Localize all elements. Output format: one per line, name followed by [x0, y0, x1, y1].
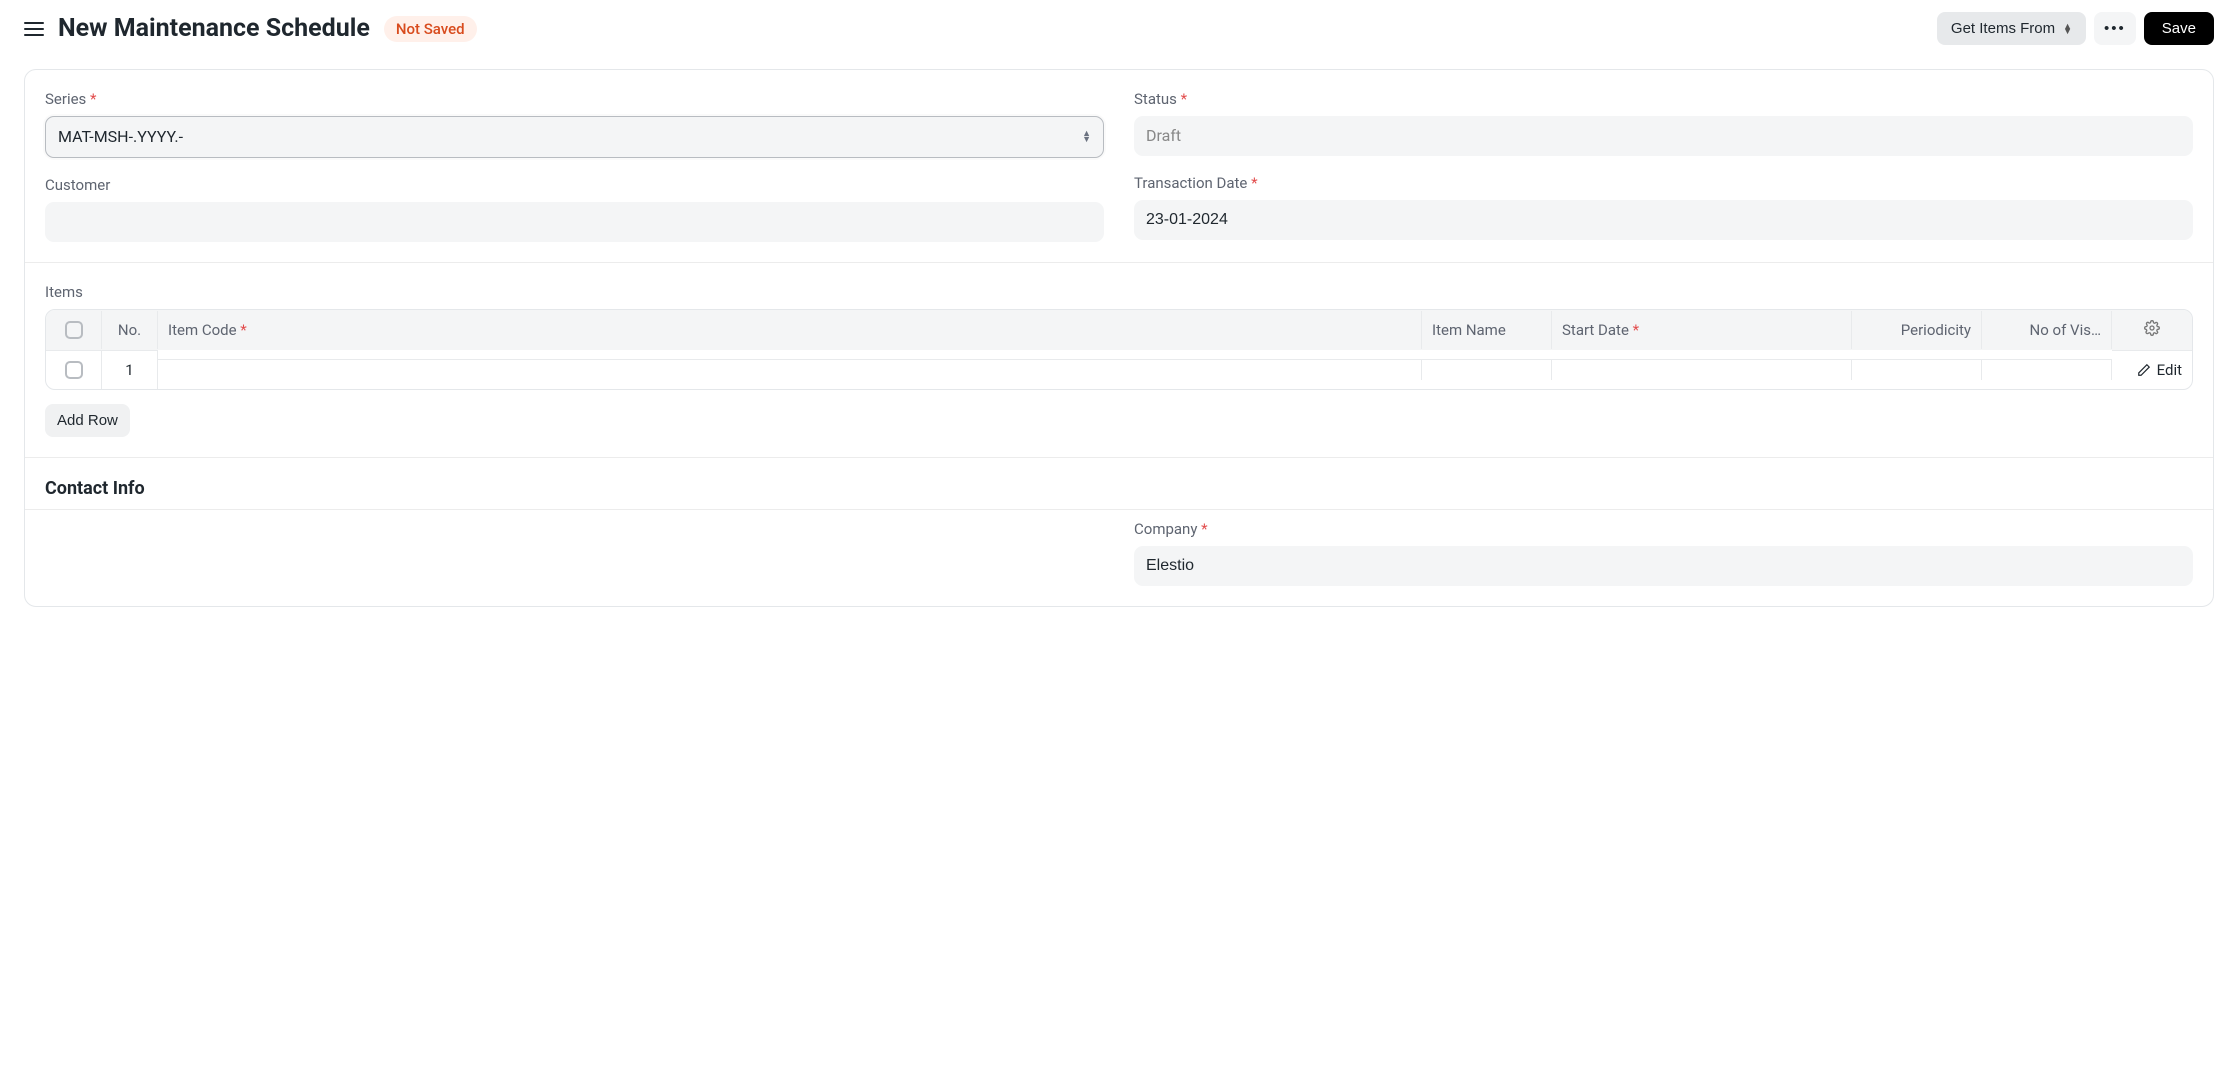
checkbox-icon — [65, 361, 83, 379]
table-row[interactable]: 1 Edit — [46, 350, 2192, 389]
series-value: MAT-MSH-.YYYY.- — [46, 117, 1103, 157]
row-start-date[interactable] — [1552, 359, 1852, 380]
column-right: Company — [1134, 520, 2193, 586]
add-row-button[interactable]: Add Row — [45, 404, 130, 437]
row-item-code[interactable] — [158, 359, 1422, 380]
items-section: Items No. Item Code Item Name Start Date… — [25, 263, 2213, 458]
items-body: 1 Edit — [46, 350, 2192, 389]
contact-info-fields: Company — [25, 510, 2213, 606]
header-checkbox-cell[interactable] — [46, 311, 102, 349]
field-series: Series MAT-MSH-.YYYY.- ▲▼ — [45, 90, 1104, 158]
header-start-date: Start Date — [1552, 311, 1852, 349]
menu-icon[interactable] — [24, 22, 44, 36]
row-no: 1 — [102, 350, 158, 389]
header-no: No. — [102, 311, 158, 349]
form-section-main: Series MAT-MSH-.YYYY.- ▲▼ Customer Statu… — [25, 70, 2213, 263]
column-left-empty — [45, 520, 1104, 586]
header-bar: New Maintenance Schedule Not Saved Get I… — [0, 0, 2238, 57]
series-select[interactable]: MAT-MSH-.YYYY.- ▲▼ — [45, 116, 1104, 158]
items-header-row: No. Item Code Item Name Start Date Perio… — [46, 310, 2192, 350]
field-transaction-date: Transaction Date — [1134, 174, 2193, 240]
checkbox-icon — [65, 321, 83, 339]
field-customer: Customer — [45, 176, 1104, 242]
label-customer: Customer — [45, 176, 1104, 194]
status-value[interactable]: Draft — [1134, 116, 2193, 156]
label-series: Series — [45, 90, 1104, 108]
column-right: Status Draft Transaction Date — [1134, 90, 2193, 242]
form-card: Series MAT-MSH-.YYYY.- ▲▼ Customer Statu… — [24, 69, 2214, 607]
header-periodicity: Periodicity — [1852, 311, 1982, 349]
row-checkbox-cell[interactable] — [46, 350, 102, 389]
row-edit-cell: Edit — [2112, 350, 2192, 389]
get-items-from-button[interactable]: Get Items From ▲▼ — [1937, 12, 2086, 45]
header-item-code: Item Code — [158, 311, 1422, 349]
label-transaction-date: Transaction Date — [1134, 174, 2193, 192]
header-item-name: Item Name — [1422, 311, 1552, 349]
contact-info-heading: Contact Info — [45, 478, 2193, 499]
label-status: Status — [1134, 90, 2193, 108]
pencil-icon — [2137, 363, 2151, 377]
items-label: Items — [45, 283, 2193, 301]
label-company: Company — [1134, 520, 2193, 538]
edit-row-button[interactable]: Edit — [2137, 361, 2182, 379]
dots-icon: ••• — [2104, 20, 2126, 37]
header-no-of-visits: No of Vis… — [1982, 311, 2112, 349]
transaction-date-input[interactable] — [1134, 200, 2193, 240]
page-title: New Maintenance Schedule — [58, 14, 370, 43]
save-button[interactable]: Save — [2144, 12, 2214, 45]
field-status: Status Draft — [1134, 90, 2193, 156]
row-no-of-visits[interactable] — [1982, 359, 2112, 380]
customer-input[interactable] — [45, 202, 1104, 242]
row-periodicity[interactable] — [1852, 359, 1982, 380]
get-items-from-label: Get Items From — [1951, 20, 2055, 37]
updown-icon: ▲▼ — [1082, 131, 1091, 143]
more-actions-button[interactable]: ••• — [2094, 12, 2136, 45]
contact-info-section: Contact Info — [25, 458, 2213, 510]
toolbar-right: Get Items From ▲▼ ••• Save — [1937, 12, 2214, 45]
field-company: Company — [1134, 520, 2193, 586]
row-item-name[interactable] — [1422, 359, 1552, 380]
items-table: No. Item Code Item Name Start Date Perio… — [45, 309, 2193, 390]
gear-icon — [2144, 320, 2160, 336]
status-badge: Not Saved — [384, 16, 477, 42]
updown-icon: ▲▼ — [2063, 24, 2072, 34]
edit-label: Edit — [2157, 361, 2182, 379]
header-settings[interactable] — [2112, 310, 2192, 350]
column-left: Series MAT-MSH-.YYYY.- ▲▼ Customer — [45, 90, 1104, 242]
company-input[interactable] — [1134, 546, 2193, 586]
